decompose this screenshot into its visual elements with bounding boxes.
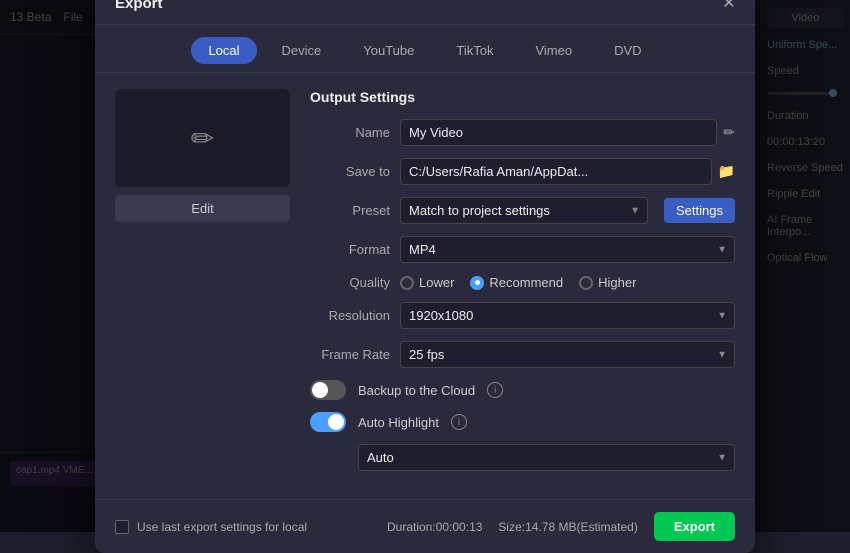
save-to-wrapper: 📁 — [400, 158, 735, 185]
radio-recommend — [470, 276, 484, 290]
tab-local[interactable]: Local — [191, 37, 256, 64]
preset-select[interactable]: Match to project settings — [400, 197, 648, 224]
auto-select-row: Auto ▼ — [310, 444, 735, 471]
quality-label: Quality — [310, 275, 390, 290]
name-label: Name — [310, 125, 390, 140]
frame-rate-select[interactable]: 25 fps — [400, 341, 735, 368]
preset-row: Preset Match to project settings ▼ Setti… — [310, 197, 735, 224]
backup-toggle-row: Backup to the Cloud i — [310, 380, 735, 400]
frame-rate-label: Frame Rate — [310, 347, 390, 362]
modal-header: Export ✕ — [95, 0, 755, 25]
edit-button[interactable]: Edit — [115, 195, 290, 222]
tab-dvd[interactable]: DVD — [597, 37, 658, 64]
backup-toggle-thumb — [312, 382, 328, 398]
settings-button[interactable]: Settings — [664, 198, 735, 223]
auto-highlight-toggle-thumb — [328, 414, 344, 430]
tab-vimeo[interactable]: Vimeo — [518, 37, 589, 64]
export-modal: Export ✕ Local Device YouTube TikTok Vim… — [95, 0, 755, 553]
name-edit-icon[interactable]: ✏ — [723, 124, 735, 141]
folder-browse-icon[interactable]: 📁 — [718, 163, 735, 180]
checkbox-row: Use last export settings for local — [115, 520, 307, 534]
modal-title: Export — [115, 0, 163, 12]
radio-lower — [400, 276, 414, 290]
tab-youtube[interactable]: YouTube — [346, 37, 431, 64]
save-to-label: Save to — [310, 164, 390, 179]
quality-options: Lower Recommend Higher — [400, 275, 735, 290]
preset-label: Preset — [310, 203, 390, 218]
preview-section: ✏ Edit — [115, 89, 290, 483]
settings-section: Output Settings Name ✏ Save to 📁 — [310, 89, 735, 483]
auto-select[interactable]: Auto — [358, 444, 735, 471]
format-row: Format MP4 ▼ — [310, 236, 735, 263]
save-to-input[interactable] — [400, 158, 712, 185]
auto-highlight-info-icon[interactable]: i — [451, 414, 467, 430]
save-to-row: Save to 📁 — [310, 158, 735, 185]
resolution-label: Resolution — [310, 308, 390, 323]
name-input[interactable] — [400, 119, 717, 146]
auto-highlight-toggle-row: Auto Highlight i — [310, 412, 735, 432]
quality-higher[interactable]: Higher — [579, 275, 636, 290]
footer-meta: Duration:00:00:13 Size:14.78 MB(Estimate… — [387, 512, 735, 541]
backup-info-icon[interactable]: i — [487, 382, 503, 398]
preview-box: ✏ — [115, 89, 290, 187]
name-input-wrapper: ✏ — [400, 119, 735, 146]
auto-select-wrapper: Auto ▼ — [358, 444, 735, 471]
backup-toggle[interactable] — [310, 380, 346, 400]
quality-lower-label: Lower — [419, 275, 454, 290]
checkbox-label: Use last export settings for local — [137, 520, 307, 534]
format-select-wrapper: MP4 ▼ — [400, 236, 735, 263]
auto-highlight-info-symbol: i — [458, 417, 460, 428]
tab-tiktok[interactable]: TikTok — [439, 37, 510, 64]
frame-rate-row: Frame Rate 25 fps ▼ — [310, 341, 735, 368]
frame-rate-select-wrapper: 25 fps ▼ — [400, 341, 735, 368]
auto-highlight-label: Auto Highlight — [358, 415, 439, 430]
resolution-select[interactable]: 1920x1080 — [400, 302, 735, 329]
pencil-icon: ✏ — [191, 122, 214, 155]
radio-higher — [579, 276, 593, 290]
last-settings-checkbox[interactable] — [115, 520, 129, 534]
footer-duration: Duration:00:00:13 — [387, 520, 482, 534]
footer-size: Size:14.78 MB(Estimated) — [498, 520, 637, 534]
modal-body: ✏ Edit Output Settings Name ✏ Save to — [95, 73, 755, 499]
info-symbol: i — [494, 385, 496, 396]
format-label: Format — [310, 242, 390, 257]
auto-highlight-toggle[interactable] — [310, 412, 346, 432]
quality-higher-label: Higher — [598, 275, 636, 290]
modal-overlay: Export ✕ Local Device YouTube TikTok Vim… — [0, 0, 850, 532]
quality-lower[interactable]: Lower — [400, 275, 454, 290]
tab-bar: Local Device YouTube TikTok Vimeo DVD — [95, 25, 755, 73]
modal-footer: Use last export settings for local Durat… — [95, 499, 755, 553]
modal-close-button[interactable]: ✕ — [719, 0, 739, 13]
quality-recommend-label: Recommend — [489, 275, 563, 290]
resolution-row: Resolution 1920x1080 ▼ — [310, 302, 735, 329]
tab-device[interactable]: Device — [265, 37, 339, 64]
settings-title: Output Settings — [310, 89, 735, 105]
quality-row: Quality Lower Recommend Higher — [310, 275, 735, 290]
name-row: Name ✏ — [310, 119, 735, 146]
quality-recommend[interactable]: Recommend — [470, 275, 563, 290]
export-button[interactable]: Export — [654, 512, 735, 541]
resolution-select-wrapper: 1920x1080 ▼ — [400, 302, 735, 329]
format-select[interactable]: MP4 — [400, 236, 735, 263]
backup-label: Backup to the Cloud — [358, 383, 475, 398]
preset-select-wrapper: Match to project settings ▼ — [400, 197, 648, 224]
